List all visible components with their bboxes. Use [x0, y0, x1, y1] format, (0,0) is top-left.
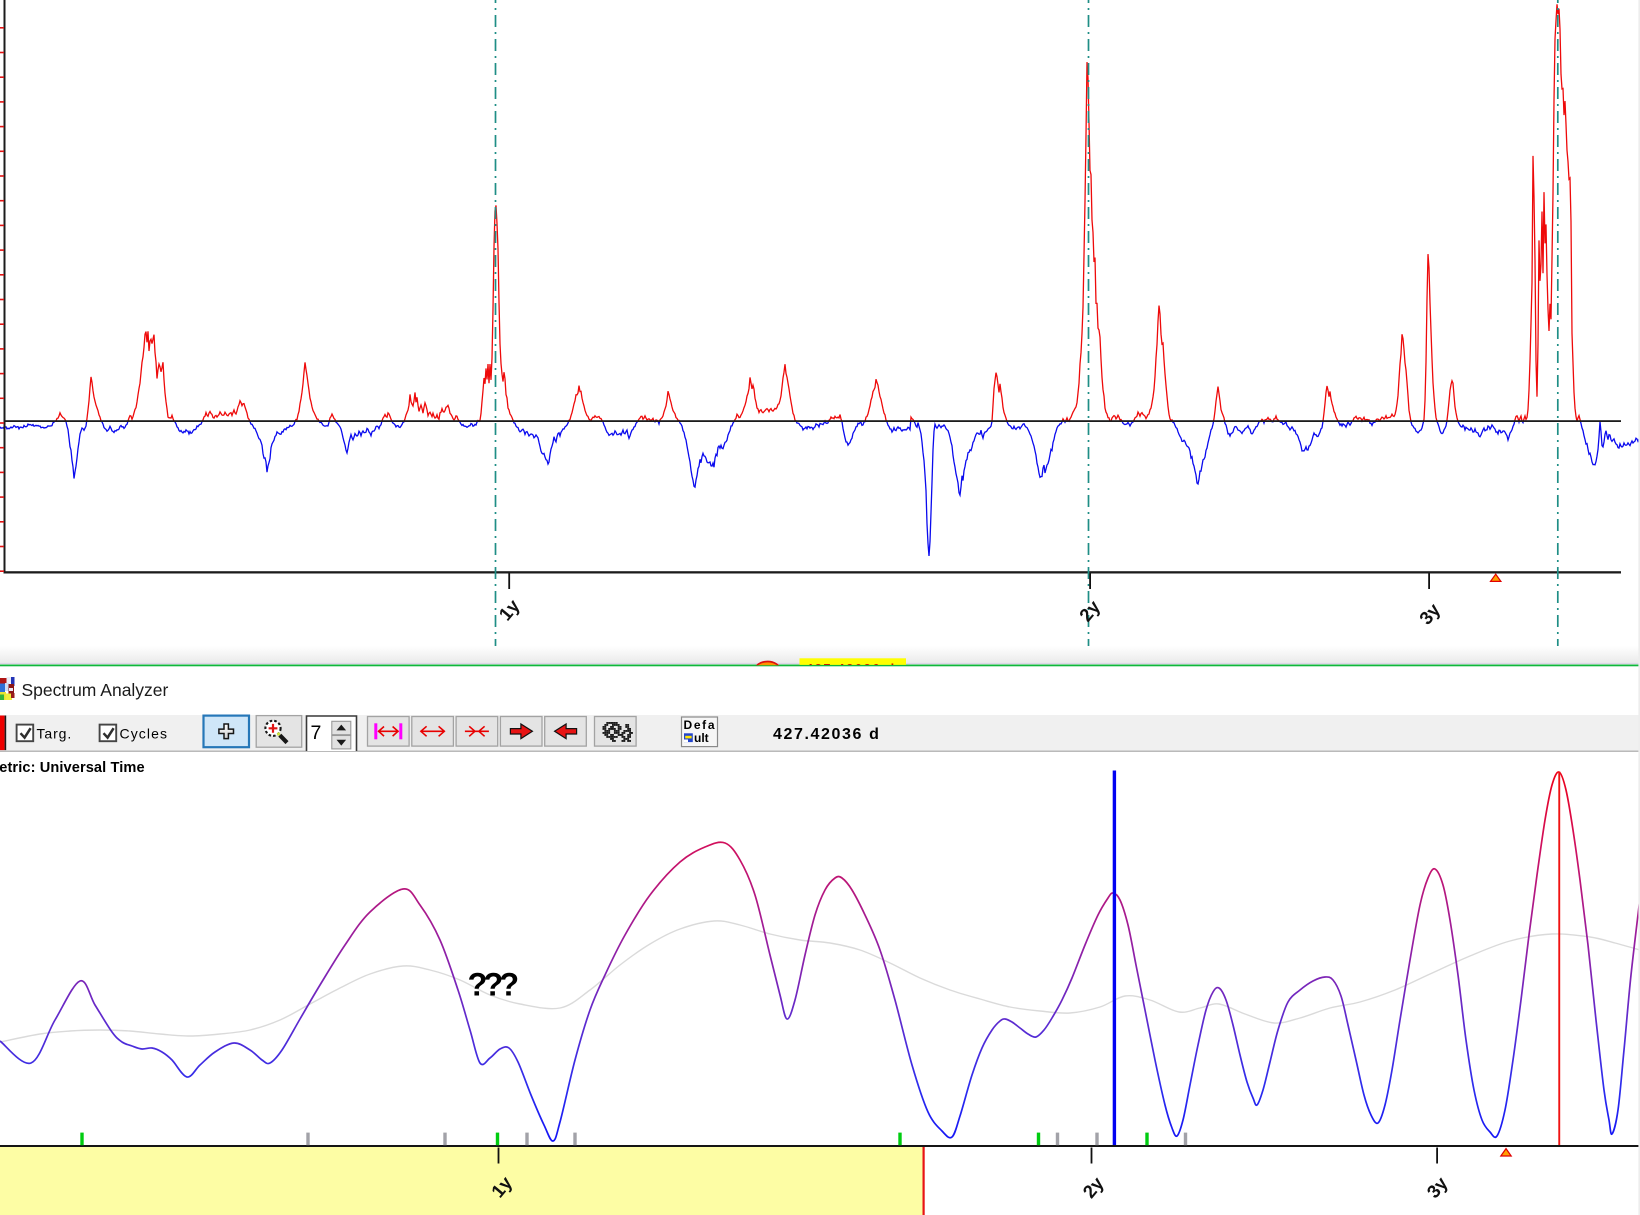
svg-text:Cycles: Cycles — [120, 726, 169, 742]
svg-text:2y: 2y — [1075, 596, 1105, 626]
svg-text:Spectrum Analyzer: Spectrum Analyzer — [22, 680, 169, 700]
svg-text:427.42036 d: 427.42036 d — [773, 726, 880, 743]
svg-text:???: ??? — [468, 967, 518, 1003]
svg-text:3y: 3y — [1422, 1172, 1452, 1202]
svg-text:427.42036 d: 427.42036 d — [806, 662, 896, 676]
svg-text:Targ.: Targ. — [37, 726, 73, 742]
svg-text:Defa: Defa — [684, 718, 715, 732]
svg-text:Metric: Universal Time: Metric: Universal Time — [0, 760, 145, 776]
svg-text:3y: 3y — [1415, 599, 1445, 629]
svg-text:ult: ult — [694, 731, 709, 745]
svg-text:1y: 1y — [494, 595, 524, 625]
svg-text:7: 7 — [311, 722, 322, 744]
svg-text:2y: 2y — [1078, 1172, 1108, 1202]
